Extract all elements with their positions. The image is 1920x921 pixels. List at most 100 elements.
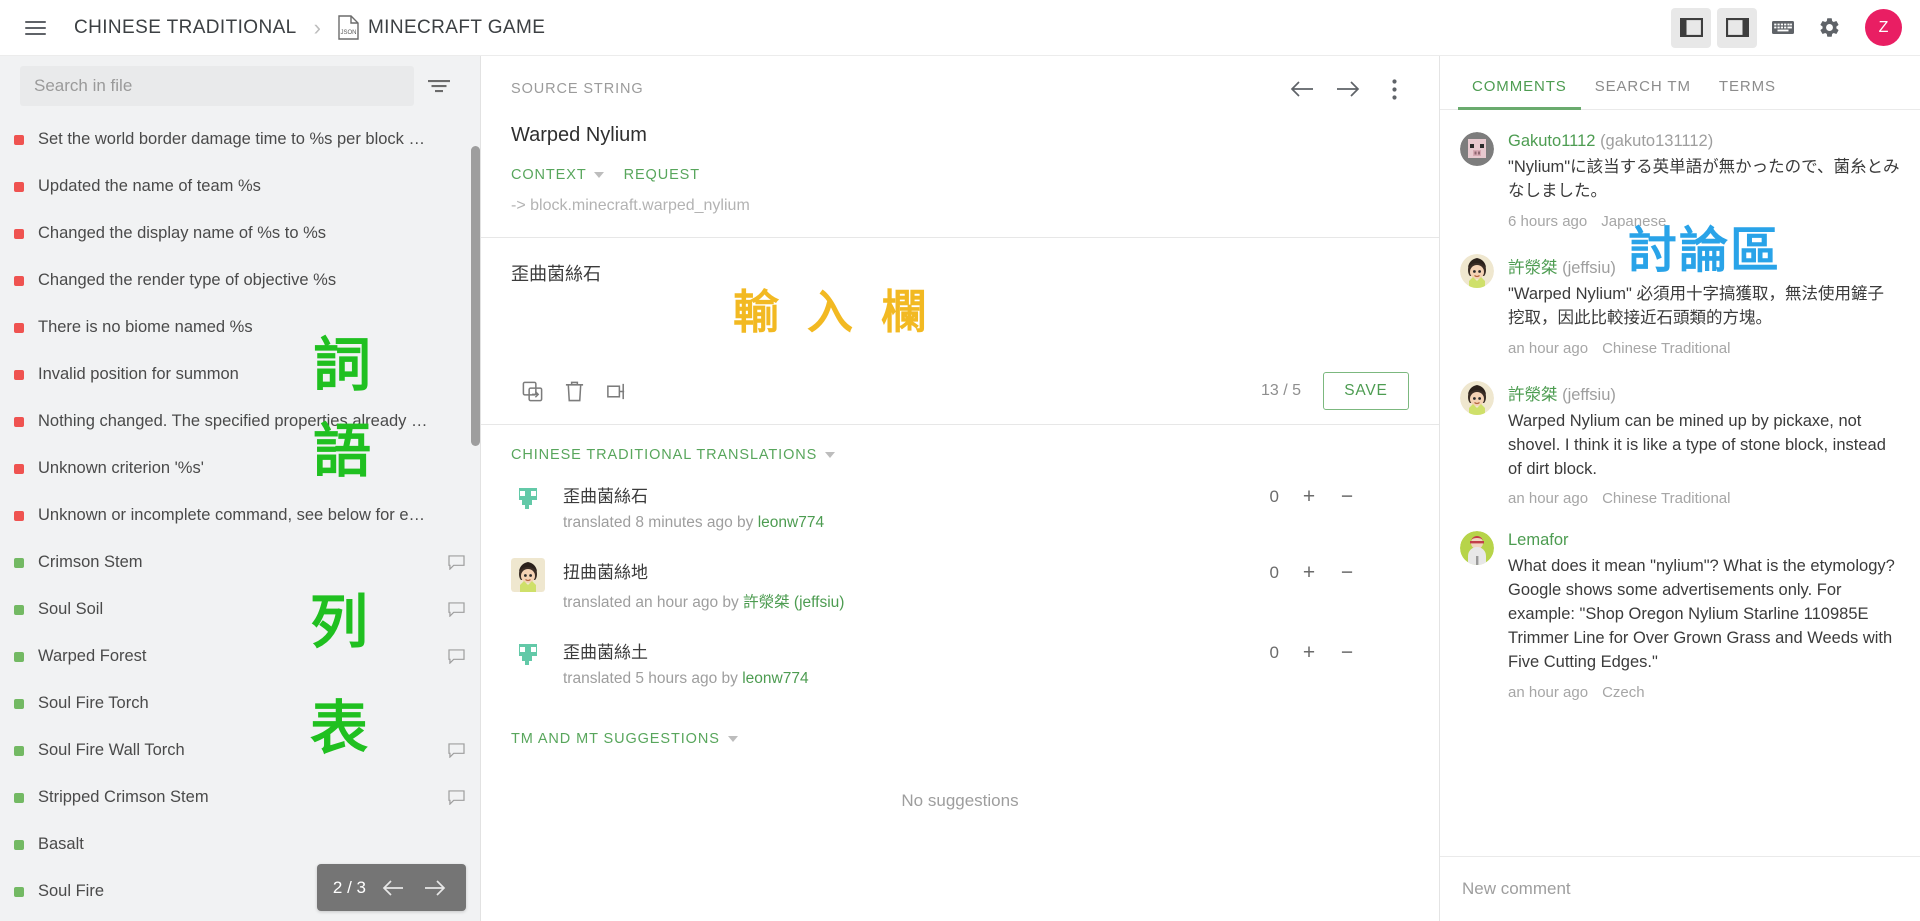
comment-bubble-icon[interactable]: [448, 743, 466, 758]
vote-down-button[interactable]: −: [1339, 562, 1355, 583]
tab-terms[interactable]: TERMS: [1705, 78, 1790, 109]
pagination-prev-icon[interactable]: [378, 873, 408, 903]
comment-body: 許滎桀 (jeffsiu) "Warped Nylium" 必須用十字搞獲取，無法…: [1508, 254, 1900, 357]
list-item-label: Soul Fire Wall Torch: [38, 741, 185, 759]
vote-up-button[interactable]: +: [1301, 486, 1317, 507]
save-button[interactable]: SAVE: [1323, 372, 1409, 410]
comment-bubble-icon[interactable]: [448, 602, 466, 617]
list-item[interactable]: Updated the name of team %s: [0, 163, 480, 210]
status-dot-icon: [14, 745, 24, 756]
vote-down-button[interactable]: −: [1339, 486, 1355, 507]
search-input[interactable]: [20, 66, 414, 106]
list-item[interactable]: Changed the render type of objective %s: [0, 257, 480, 304]
tab-request[interactable]: REQUEST: [624, 167, 700, 183]
list-item-label: Unknown or incomplete command, see below…: [38, 506, 437, 524]
list-item[interactable]: There is no biome named %s: [0, 304, 480, 351]
status-dot-icon: [14, 463, 24, 474]
comment-item: 許滎桀 (jeffsiu) Warped Nylium can be mined …: [1440, 367, 1920, 518]
chevron-down-icon: [825, 452, 836, 458]
keyboard-icon[interactable]: [1763, 8, 1803, 48]
tab-comments[interactable]: COMMENTS: [1458, 78, 1581, 110]
layout-right-panel-icon[interactable]: [1717, 7, 1757, 48]
more-vertical-icon[interactable]: [1379, 74, 1409, 104]
arrow-right-icon[interactable]: [1333, 74, 1363, 104]
top-bar: CHINESE TRADITIONAL › JSON MINECRAFT GAM…: [0, 0, 1920, 56]
comment-author[interactable]: 許滎桀 (jeffsiu): [1508, 254, 1900, 278]
list-item[interactable]: Unknown criterion '%s': [0, 445, 480, 492]
translation-author-link[interactable]: leonw774: [742, 670, 808, 687]
translation-editor[interactable]: 歪曲菌絲石 輸 入 欄: [481, 238, 1439, 358]
translation-meta-prefix: translated 8 minutes ago by: [563, 514, 758, 531]
translation-row[interactable]: 歪曲菌絲石 translated 8 minutes ago by leonw77…: [511, 469, 1409, 545]
gear-icon[interactable]: [1809, 8, 1849, 48]
copy-source-icon[interactable]: [511, 370, 553, 412]
layout-left-panel-icon[interactable]: [1671, 7, 1711, 48]
arrow-left-icon[interactable]: [1287, 74, 1317, 104]
comments-tab-bar: COMMENTS SEARCH TM TERMS: [1440, 56, 1920, 110]
list-item[interactable]: An error occurred!: [0, 915, 480, 921]
comment-author-handle: (jeffsiu): [1562, 258, 1616, 277]
translation-row[interactable]: 扭曲菌絲地 translated an hour ago by 許滎桀 (jeff…: [511, 545, 1409, 625]
comment-bubble-icon[interactable]: [448, 649, 466, 664]
list-item[interactable]: Set the world border damage time to %s p…: [0, 116, 480, 163]
user-avatar[interactable]: Z: [1865, 9, 1902, 46]
list-item-label: Soul Fire Torch: [38, 694, 149, 712]
clear-translation-icon[interactable]: [553, 370, 595, 412]
translation-meta-prefix: translated an hour ago by: [563, 594, 744, 611]
avatar: [1460, 132, 1494, 166]
translation-text[interactable]: 扭曲菌絲地: [563, 558, 1269, 583]
list-item-label: Changed the display name of %s to %s: [38, 224, 327, 242]
breadcrumb-project[interactable]: CHINESE TRADITIONAL: [74, 17, 297, 39]
comment-bubble-icon[interactable]: [448, 555, 466, 570]
translations-section-header[interactable]: CHINESE TRADITIONAL TRANSLATIONS: [481, 425, 1439, 463]
status-dot-icon: [14, 792, 24, 803]
list-item[interactable]: Warped Forest: [0, 633, 480, 680]
comment-time: an hour ago: [1508, 684, 1589, 702]
json-file-icon: JSON: [338, 15, 359, 40]
list-item[interactable]: Nothing changed. The specified propertie…: [0, 398, 480, 445]
string-list[interactable]: Set the world border damage time to %s p…: [0, 114, 480, 921]
translation-text[interactable]: 歪曲菌絲石: [563, 482, 1269, 507]
breadcrumb-file[interactable]: MINECRAFT GAME: [368, 17, 545, 39]
translation-text[interactable]: 歪曲菌絲土: [563, 638, 1269, 663]
editor-toolbar: 13 / 5 SAVE: [481, 358, 1439, 424]
comment-author[interactable]: Gakuto1112 (gakuto131112): [1508, 132, 1900, 151]
list-item[interactable]: Soul Fire Wall Torch: [0, 727, 480, 774]
list-item[interactable]: Soul Soil: [0, 586, 480, 633]
filter-icon[interactable]: [418, 66, 460, 106]
status-dot-icon: [14, 181, 24, 192]
list-item[interactable]: Stripped Crimson Stem: [0, 774, 480, 821]
list-item[interactable]: Invalid position for summon: [0, 351, 480, 398]
comment-author-name: Gakuto1112: [1508, 132, 1596, 150]
list-item[interactable]: Changed the display name of %s to %s: [0, 210, 480, 257]
tab-context[interactable]: CONTEXT: [511, 167, 604, 183]
pagination-next-icon[interactable]: [420, 873, 450, 903]
vote-up-button[interactable]: +: [1301, 642, 1317, 663]
translation-author-link[interactable]: leonw774: [758, 514, 824, 531]
sidebar-scrollbar[interactable]: [471, 146, 480, 446]
list-item[interactable]: Soul Fire Torch: [0, 680, 480, 727]
translation-row[interactable]: 歪曲菌絲土 translated 5 hours ago by leonw774 0…: [511, 625, 1409, 701]
tm-mt-section-header[interactable]: TM AND MT SUGGESTIONS: [481, 701, 1439, 747]
comments-list: Gakuto1112 (gakuto131112) "Nylium"に該当する英単…: [1440, 110, 1920, 856]
translation-input-value[interactable]: 歪曲菌絲石: [511, 260, 1409, 286]
list-item[interactable]: Crimson Stem: [0, 539, 480, 586]
insert-tag-icon[interactable]: [595, 370, 637, 412]
list-item[interactable]: Basalt: [0, 821, 480, 868]
new-comment-input[interactable]: New comment: [1440, 856, 1920, 921]
vote-down-button[interactable]: −: [1339, 642, 1355, 663]
vote-up-button[interactable]: +: [1301, 562, 1317, 583]
hamburger-menu-icon[interactable]: [18, 11, 52, 45]
translation-author-link[interactable]: 許滎桀 (jeffsiu): [743, 594, 844, 611]
comment-bubble-icon[interactable]: [448, 790, 466, 805]
status-dot-icon: [14, 886, 24, 897]
avatar: [1460, 531, 1494, 566]
status-dot-icon: [14, 698, 24, 709]
comment-author[interactable]: 許滎桀 (jeffsiu): [1508, 381, 1900, 405]
tab-search-tm[interactable]: SEARCH TM: [1581, 78, 1705, 109]
no-suggestions-text: No suggestions: [901, 791, 1019, 810]
list-item-label: Changed the render type of objective %s: [38, 271, 337, 289]
list-item[interactable]: Unknown or incomplete command, see below…: [0, 492, 480, 539]
comment-author[interactable]: Lemafor: [1508, 531, 1900, 550]
translations-section-label: CHINESE TRADITIONAL TRANSLATIONS: [511, 447, 818, 463]
